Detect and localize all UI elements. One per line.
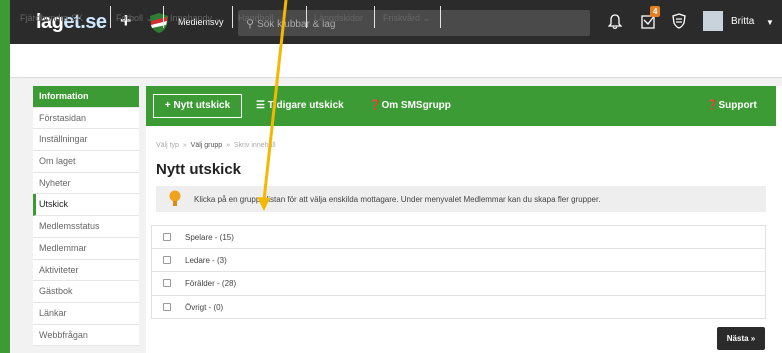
sidebar-item-nyheter[interactable]: Nyheter xyxy=(33,172,139,195)
sidebar-item-gastbok[interactable]: Gästbok xyxy=(33,281,139,303)
sport-tab-innebandy[interactable]: Innebandy ⌄ xyxy=(170,13,222,24)
bell-icon[interactable] xyxy=(608,14,622,30)
sport-bar xyxy=(10,44,782,78)
question-icon: ❓ xyxy=(369,100,382,111)
divider xyxy=(163,6,164,28)
sidebar-header: Information xyxy=(33,86,139,108)
group-row-spelare[interactable]: Spelare - (15) xyxy=(151,225,766,249)
checkbox[interactable] xyxy=(163,233,171,241)
question-icon: ❓ xyxy=(706,100,719,111)
sidebar-item-webbfragan[interactable]: Webbfrågan xyxy=(33,324,139,347)
sidebar-item-utskick[interactable]: Utskick xyxy=(33,194,139,217)
user-name[interactable]: Britta xyxy=(731,16,754,27)
left-accent-strip xyxy=(0,0,10,353)
sidebar-item-om-laget[interactable]: Om laget xyxy=(33,151,139,173)
divider xyxy=(306,6,307,28)
avatar[interactable] xyxy=(703,11,723,31)
main-panel: + Nytt utskick ☰ Tidigare utskick ❓Om SM… xyxy=(146,86,782,353)
support-link[interactable]: ❓Support xyxy=(706,100,757,111)
checkbox[interactable] xyxy=(163,279,171,287)
lightbulb-icon xyxy=(169,190,181,206)
sport-tab-club[interactable]: Fjärdhundra SK xyxy=(20,13,83,23)
new-send-button[interactable]: + Nytt utskick xyxy=(153,94,242,118)
page-title: Nytt utskick xyxy=(156,161,242,178)
group-list: Spelare - (15) Ledare - (3) Förälder - (… xyxy=(151,225,766,319)
list-icon: ☰ xyxy=(256,100,265,111)
notification-badge: 4 xyxy=(650,6,661,17)
divider xyxy=(232,6,233,28)
group-row-ovrigt[interactable]: Övrigt - (0) xyxy=(151,295,766,319)
sport-tab-handboll[interactable]: Handboll ⌄ xyxy=(238,13,284,24)
divider xyxy=(374,6,375,28)
sport-tab-fotboll[interactable]: Fotboll ⌄ xyxy=(116,13,153,24)
sidebar-item-aktiviteter[interactable]: Aktiviteter xyxy=(33,259,139,282)
sidebar-item-lankar[interactable]: Länkar xyxy=(33,302,139,325)
sidebar-item-installningar[interactable]: Inställningar xyxy=(33,129,139,152)
sidebar-item-medlemsstatus[interactable]: Medlemsstatus xyxy=(33,216,139,238)
previous-sends-link[interactable]: ☰ Tidigare utskick xyxy=(256,100,344,111)
info-box: Klicka på en grupp i listan för att välj… xyxy=(156,186,766,212)
group-row-foralder[interactable]: Förälder - (28) xyxy=(151,272,766,296)
shield-icon[interactable] xyxy=(672,13,686,29)
breadcrumb: Välj typ » Välj grupp » Skriv innehåll xyxy=(156,142,276,149)
sport-tab-friskvard[interactable]: Friskvård ⌄ xyxy=(383,13,430,24)
sms-toolbar: + Nytt utskick ☰ Tidigare utskick ❓Om SM… xyxy=(146,86,776,126)
sidebar-item-medlemmar[interactable]: Medlemmar xyxy=(33,237,139,260)
next-button[interactable]: Nästa » xyxy=(717,327,765,350)
sport-tab-langdskidor[interactable]: Längdskidor xyxy=(314,13,363,23)
sidebar: Information Förstasidan Inställningar Om… xyxy=(33,86,139,347)
chevron-down-icon[interactable]: ▼ xyxy=(766,18,774,27)
group-row-ledare[interactable]: Ledare - (3) xyxy=(151,248,766,272)
checkbox[interactable] xyxy=(163,302,171,311)
sidebar-item-forstasidan[interactable]: Förstasidan xyxy=(33,107,139,130)
checkbox[interactable] xyxy=(163,255,171,264)
divider xyxy=(110,6,111,28)
divider xyxy=(440,6,441,28)
about-smsgroup-link[interactable]: ❓Om SMSgrupp xyxy=(369,100,451,111)
